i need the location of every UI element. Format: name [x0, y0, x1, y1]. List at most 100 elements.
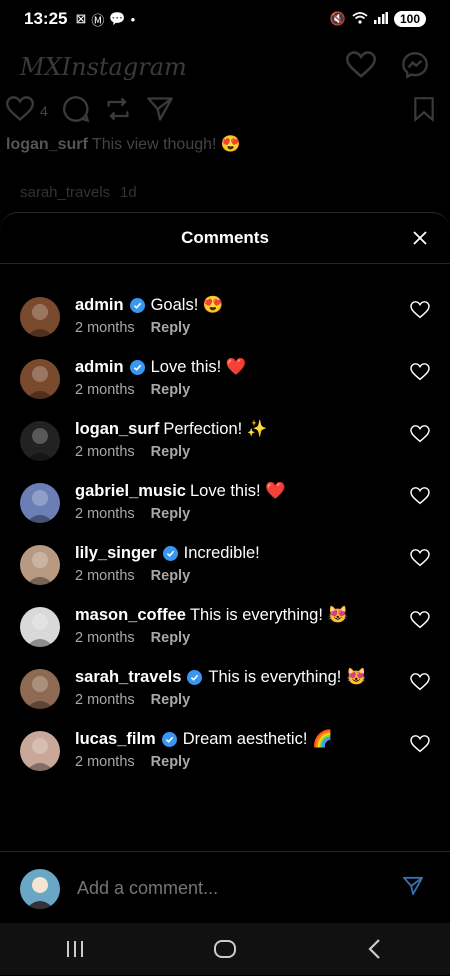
reply-button[interactable]: Reply — [151, 320, 191, 336]
battery-icon: 100 — [393, 11, 426, 27]
app-logo: MXInstagram — [20, 53, 187, 81]
comment-username[interactable]: logan_surf — [75, 419, 159, 439]
repost-icon — [104, 96, 132, 127]
reply-button[interactable]: Reply — [151, 630, 191, 646]
comment-time: 2 months — [75, 382, 135, 398]
comment-avatar[interactable] — [20, 297, 60, 337]
notification-icons: ⊠ Ⓜ 💬 • — [75, 10, 135, 29]
comment-item: mason_coffee This is everything! 😻 2 mon… — [0, 605, 450, 667]
comment-username[interactable]: lily_singer — [75, 543, 157, 563]
send-icon — [402, 876, 423, 895]
verified-badge-icon — [162, 545, 178, 561]
comment-item: lucas_film Dream aesthetic! 🌈 2 months R… — [0, 729, 450, 791]
close-icon — [413, 231, 427, 245]
recent-apps-button[interactable] — [45, 929, 105, 969]
heart-outline-icon — [410, 301, 430, 319]
heart-outline-icon — [410, 673, 430, 691]
chat-notification-icon: 💬 — [109, 11, 126, 26]
verified-badge-icon — [129, 359, 145, 375]
background-feed: MXInstagram 4 logan_surf This view thoug… — [0, 38, 450, 218]
current-user-avatar — [20, 869, 60, 909]
comment-avatar[interactable] — [20, 607, 60, 647]
post-caption: logan_surf This view though! 😍 — [0, 126, 450, 162]
messenger-icon — [400, 51, 430, 84]
comment-like-button[interactable] — [410, 611, 430, 634]
comment-like-button[interactable] — [410, 363, 430, 386]
comment-username[interactable]: sarah_travels — [75, 667, 181, 687]
caption-user: logan_surf — [6, 136, 88, 153]
home-button[interactable] — [195, 929, 255, 969]
signal-icon — [373, 11, 388, 27]
mute-icon: 🔇 — [329, 11, 346, 26]
post-actions: 4 — [0, 95, 450, 127]
comment-item: admin Goals! 😍 2 months Reply — [0, 295, 450, 357]
dot-icon: • — [130, 11, 136, 27]
reply-button[interactable]: Reply — [151, 568, 191, 584]
close-button[interactable] — [410, 228, 430, 248]
home-icon — [214, 940, 236, 958]
comment-time: 2 months — [75, 506, 135, 522]
comment-like-button[interactable] — [410, 425, 430, 448]
comment-time: 2 months — [75, 444, 135, 460]
comment-username[interactable]: gabriel_music — [75, 481, 186, 501]
comment-avatar[interactable] — [20, 359, 60, 399]
comment-username[interactable]: lucas_film — [75, 729, 156, 749]
heart-outline-icon — [410, 487, 430, 505]
like-count: 4 — [40, 103, 48, 119]
heart-outline-icon — [410, 363, 430, 381]
heart-icon — [345, 50, 377, 84]
comment-text: Love this! ❤️ — [189, 482, 286, 500]
comment-text: Dream aesthetic! 🌈 — [182, 730, 333, 748]
back-icon — [368, 939, 380, 959]
add-comment-input[interactable] — [75, 876, 402, 900]
comment-text: This is everything! 😻 — [208, 668, 367, 686]
reply-button[interactable]: Reply — [151, 382, 191, 398]
comment-text: Goals! 😍 — [150, 296, 224, 314]
caption-text: This view though! 😍 — [91, 136, 241, 153]
reply-button[interactable]: Reply — [151, 754, 191, 770]
comment-username[interactable]: mason_coffee — [75, 605, 186, 625]
notification-icon-1: ⊠ — [75, 11, 87, 26]
comment-time: 2 months — [75, 320, 135, 336]
comment-text: Incredible! — [183, 544, 260, 562]
comment-text: Perfection! ✨ — [163, 420, 268, 438]
comment-avatar[interactable] — [20, 545, 60, 585]
reply-button[interactable]: Reply — [151, 506, 191, 522]
comment-like-button[interactable] — [410, 549, 430, 572]
comment-time: 2 months — [75, 692, 135, 708]
recent-apps-icon — [67, 941, 83, 957]
comment-text: Love this! ❤️ — [150, 358, 247, 376]
like-icon — [5, 95, 35, 127]
comment-username[interactable]: admin — [75, 357, 124, 377]
comment-like-button[interactable] — [410, 301, 430, 324]
comment-avatar[interactable] — [20, 483, 60, 523]
verified-badge-icon — [129, 297, 145, 313]
heart-outline-icon — [410, 735, 430, 753]
comment-time: 2 months — [75, 754, 135, 770]
faded-comment-time: 1d — [120, 184, 137, 201]
comment-text: This is everything! 😻 — [189, 606, 349, 624]
reply-button[interactable]: Reply — [151, 444, 191, 460]
comment-item: gabriel_music Love this! ❤️ 2 months Rep… — [0, 481, 450, 543]
comment-avatar[interactable] — [20, 421, 60, 461]
comment-item: admin Love this! ❤️ 2 months Reply — [0, 357, 450, 419]
send-button[interactable] — [402, 876, 424, 901]
reply-button[interactable]: Reply — [151, 692, 191, 708]
faded-comment-user: sarah_travels — [20, 184, 111, 201]
status-bar: 13:25 ⊠ Ⓜ 💬 • 🔇 100 — [0, 0, 450, 38]
wifi-icon — [352, 11, 368, 27]
heart-outline-icon — [410, 611, 430, 629]
comment-username[interactable]: admin — [75, 295, 124, 315]
comment-time: 2 months — [75, 568, 135, 584]
comment-like-button[interactable] — [410, 487, 430, 510]
comment-like-button[interactable] — [410, 735, 430, 758]
comment-avatar[interactable] — [20, 669, 60, 709]
verified-badge-icon — [161, 731, 177, 747]
comment-avatar[interactable] — [20, 731, 60, 771]
comments-list: admin Goals! 😍 2 months Reply admin Love… — [0, 295, 450, 791]
heart-outline-icon — [410, 425, 430, 443]
comment-time: 2 months — [75, 630, 135, 646]
comment-like-button[interactable] — [410, 673, 430, 696]
comments-sheet: Comments admin Goals! 😍 2 months Reply a… — [0, 212, 450, 976]
back-button[interactable] — [345, 929, 405, 969]
